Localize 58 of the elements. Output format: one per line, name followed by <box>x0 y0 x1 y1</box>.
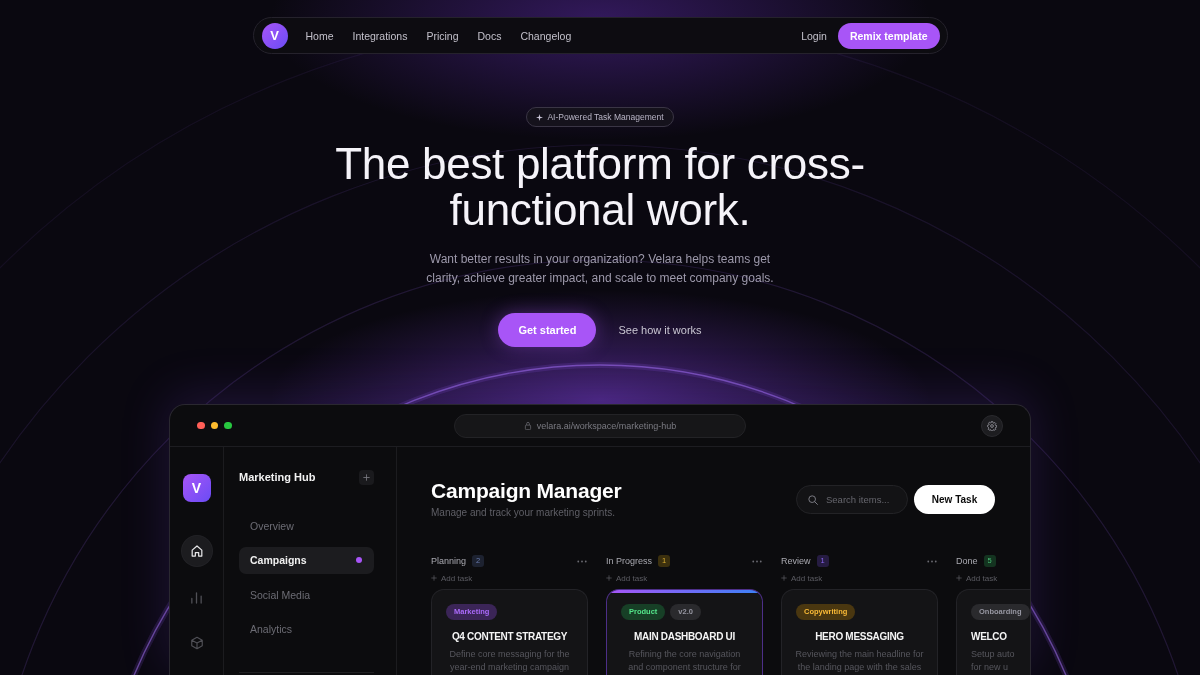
task-title: Q4 CONTENT STRATEGY <box>450 630 569 643</box>
sidebar-item[interactable]: Overview <box>239 512 374 539</box>
workspace-title: Marketing Hub <box>239 471 316 483</box>
settings-icon <box>987 420 997 431</box>
sidebar-item[interactable]: Analytics <box>239 615 374 643</box>
sidebar-item[interactable]: Social Media <box>239 581 374 608</box>
column-title: Review <box>781 556 811 566</box>
bar-chart-icon <box>190 590 203 604</box>
task-title: HERO MESSAGING <box>814 630 905 643</box>
sidebar-item[interactable]: Campaigns <box>239 546 374 574</box>
search-icon <box>808 494 818 505</box>
get-started-button[interactable]: Get started <box>498 313 597 347</box>
plus-icon <box>431 575 437 581</box>
badge-text: AI-Powered Task Management <box>547 112 664 122</box>
plus-icon <box>606 575 612 581</box>
url-text: velara.ai/workspace/marketing-hub <box>536 420 677 431</box>
maximize-dot-icon[interactable] <box>224 421 232 430</box>
more-icon <box>752 559 762 563</box>
lock-icon <box>523 421 532 430</box>
hero-subtitle: Want better results in your organization? Velara helps teams get clarity, achieve greater impact, and scale to meet company goals. <box>425 251 775 287</box>
page-subtitle: Manage and track your marketing sprints. <box>431 506 616 519</box>
close-dot-icon[interactable] <box>197 421 205 430</box>
search-field[interactable]: Search items... <box>796 485 908 514</box>
home-icon <box>189 544 204 558</box>
login-link[interactable]: Login <box>801 29 827 42</box>
column-title: Planning <box>431 556 467 566</box>
address-bar[interactable]: velara.ai/workspace/marketing-hub <box>454 413 746 438</box>
plus-icon <box>363 473 370 481</box>
page-title: Campaign Manager <box>431 480 622 502</box>
plus-icon <box>956 575 962 581</box>
sparkle-icon <box>536 113 544 121</box>
add-button[interactable] <box>359 469 374 485</box>
see-how-it-works-link[interactable]: See how it works <box>618 324 702 336</box>
column-title: In Progress <box>606 556 653 566</box>
task-description: Reviewing the main headline for the landing page with the sales <box>794 648 925 674</box>
nav-link[interactable]: Changelog <box>520 29 572 42</box>
plus-icon <box>781 575 787 581</box>
nav-link[interactable]: Pricing <box>426 29 459 42</box>
minimize-dot-icon[interactable] <box>210 421 218 430</box>
home-button[interactable] <box>181 536 212 566</box>
more-icon <box>927 559 937 563</box>
nav-link[interactable]: Integrations <box>352 29 408 42</box>
task-description: Refining the core navigation and component structure for <box>627 648 742 674</box>
more-icon <box>577 559 587 563</box>
remix-template-button[interactable]: Remix template <box>837 22 940 49</box>
settings-button[interactable] <box>981 414 1003 437</box>
workspace-logo[interactable]: V <box>182 474 211 502</box>
new-task-button[interactable]: New Task <box>914 485 995 514</box>
active-dot-icon <box>356 557 362 563</box>
task-title: WELCO <box>971 630 1008 643</box>
nav-link[interactable]: Home <box>305 29 334 42</box>
task-title: MAIN DASHBOARD UI <box>633 630 736 643</box>
nav-link[interactable]: Docs <box>477 29 502 42</box>
brand-logo[interactable]: V <box>261 22 288 49</box>
task-description: Define core messaging for the year-end marketing campaign <box>448 648 571 674</box>
cube-icon <box>189 636 204 650</box>
column-title: Done <box>956 556 978 566</box>
hero-heading: The best platform for cross-functional work. <box>334 141 866 233</box>
